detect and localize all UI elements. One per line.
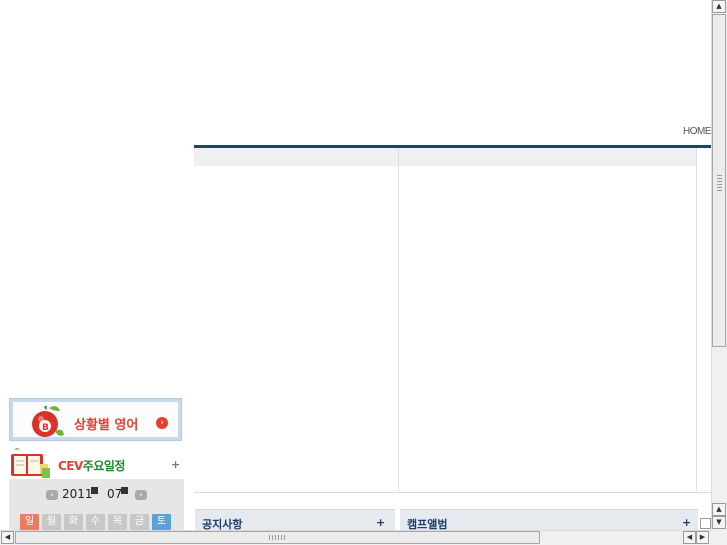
weekday-fri: 금 bbox=[130, 514, 149, 530]
schedule-title-rest: 주요일정 bbox=[82, 459, 126, 473]
left-column-header bbox=[194, 148, 398, 166]
situational-english-banner[interactable]: B 상황별 영어 › bbox=[9, 398, 182, 441]
content-frame bbox=[194, 148, 713, 493]
apple-character-icon: B bbox=[27, 405, 67, 445]
scroll-left-button-secondary[interactable]: ◀ bbox=[683, 531, 696, 544]
weekday-thu: 목 bbox=[108, 514, 127, 530]
banner-inner: B 상황별 영어 › bbox=[13, 402, 178, 437]
arrow-right-icon: › bbox=[156, 417, 168, 429]
home-link[interactable]: HOME bbox=[683, 126, 712, 137]
weekday-sun: 일 bbox=[20, 514, 39, 530]
content-main-column bbox=[399, 148, 697, 491]
vertical-scroll-thumb[interactable] bbox=[712, 14, 726, 347]
content-left-column bbox=[194, 148, 399, 491]
calendar-weekday-row: 일월화수목금토 bbox=[20, 509, 174, 530]
scroll-grip-icon bbox=[269, 535, 285, 540]
weekday-tue: 화 bbox=[64, 514, 83, 530]
schedule-title: CEV주요일정 bbox=[58, 457, 125, 474]
schedule-title-prefix: CEV bbox=[58, 459, 83, 473]
chevron-left-icon[interactable]: ‹ bbox=[46, 490, 58, 500]
scroll-right-button[interactable]: ▶ bbox=[696, 531, 709, 544]
notice-more-button[interactable]: + bbox=[376, 516, 385, 529]
scroll-up-button-secondary[interactable]: ▲ bbox=[712, 503, 726, 516]
mini-calendar: ‹ 2011 07 › 일월화수목금토 bbox=[9, 479, 184, 531]
weekday-mon: 월 bbox=[42, 514, 61, 530]
calendar-year: 2011 bbox=[62, 487, 93, 501]
weekday-sat: 토 bbox=[152, 514, 171, 530]
resize-handle[interactable] bbox=[700, 518, 711, 529]
horizontal-scroll-thumb[interactable] bbox=[15, 531, 540, 544]
chevron-right-icon[interactable]: › bbox=[135, 490, 147, 500]
scroll-left-button[interactable]: ◀ bbox=[1, 531, 14, 544]
scroll-down-button[interactable]: ▼ bbox=[712, 516, 726, 529]
scroll-grip-icon bbox=[717, 175, 722, 191]
scroll-up-button[interactable]: ▲ bbox=[712, 0, 726, 13]
camp-album-more-button[interactable]: + bbox=[682, 516, 691, 529]
weekday-wed: 수 bbox=[86, 514, 105, 530]
schedule-more-button[interactable]: + bbox=[171, 458, 180, 471]
month-marker bbox=[121, 487, 128, 494]
main-column-header bbox=[399, 148, 696, 166]
calendar-month: 07 bbox=[107, 487, 123, 501]
scrollbar-corner bbox=[711, 530, 727, 545]
year-marker bbox=[91, 487, 98, 494]
banner-label: 상황별 영어 bbox=[74, 418, 139, 433]
svg-text:B: B bbox=[42, 423, 49, 433]
